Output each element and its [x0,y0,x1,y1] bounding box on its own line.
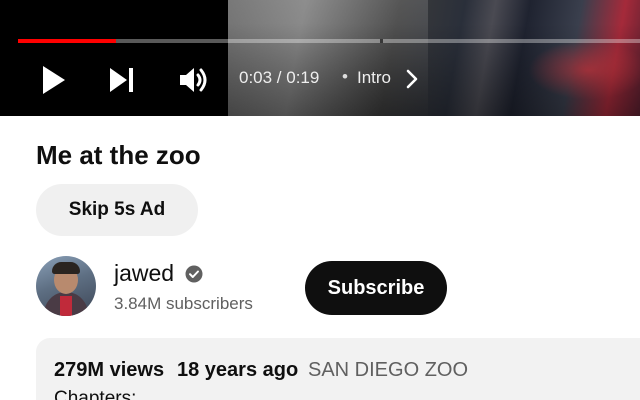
view-count: 279M views [54,359,165,381]
channel-avatar[interactable] [36,256,96,316]
description-box[interactable]: 279M views 18 years ago SAN DIEGO ZOO Ch… [36,338,640,400]
chapter-separator: • [342,67,348,86]
volume-button[interactable] [174,60,214,100]
location-tag[interactable]: SAN DIEGO ZOO [308,359,468,382]
next-button[interactable] [104,60,140,100]
progress-bar[interactable] [18,39,640,43]
play-button[interactable] [36,60,72,100]
subscriber-count: 3.84M subscribers [114,294,253,313]
avatar-figure [52,262,80,274]
verified-check-icon [185,265,203,283]
time-display: 0:03 / 0:19 [239,68,320,87]
video-title: Me at the zoo [36,140,201,170]
progress-played [18,39,117,43]
skip-ad-button[interactable]: Skip 5s Ad [36,184,198,236]
chapter-title[interactable]: Intro [357,68,391,88]
player-gradient-overlay [0,0,640,116]
channel-name[interactable]: jawed [114,260,174,287]
avatar-figure [60,296,72,316]
chevron-right-icon[interactable] [404,68,420,90]
video-player[interactable]: 0:03 / 0:19 • Intro [0,0,640,116]
upload-age: 18 years ago [177,359,299,381]
play-icon [43,66,65,94]
next-icon [110,68,133,92]
subscribe-button[interactable]: Subscribe [305,261,447,315]
chapters-label: Chapters: [54,388,137,400]
chapter-marker [380,39,383,43]
volume-icon [180,68,207,92]
